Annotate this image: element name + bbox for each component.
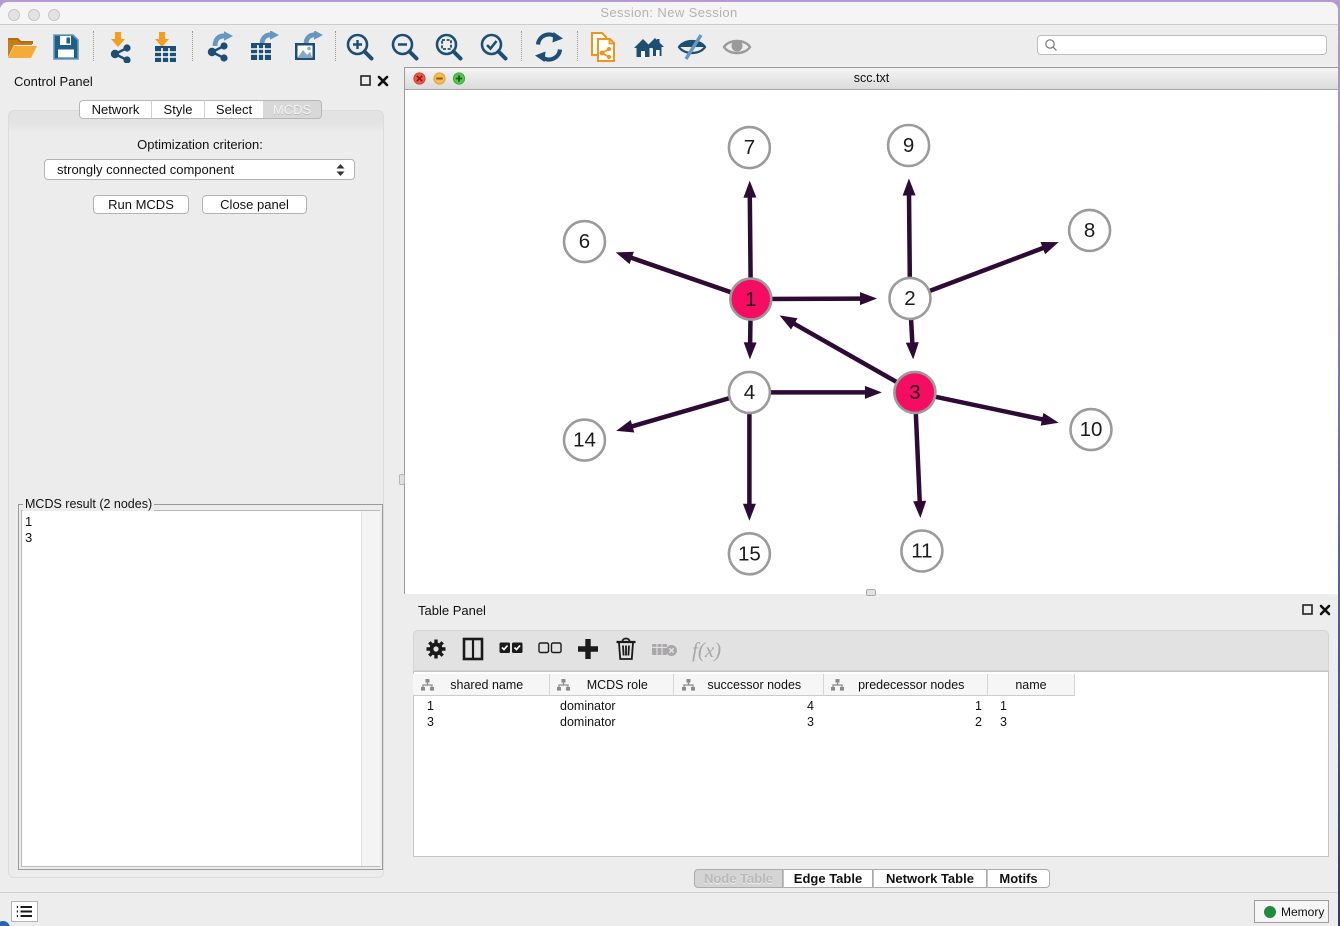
svg-text:3: 3 [909,381,920,404]
svg-text:6: 6 [579,230,590,253]
svg-text:11: 11 [911,540,932,563]
svg-text:1: 1 [745,288,756,311]
svg-text:8: 8 [1084,219,1095,242]
svg-text:10: 10 [1080,418,1103,441]
svg-text:9: 9 [903,134,914,157]
svg-text:15: 15 [738,542,761,565]
svg-text:14: 14 [573,429,596,452]
svg-text:7: 7 [744,136,755,159]
svg-text:2: 2 [904,287,915,310]
svg-text:4: 4 [744,381,755,404]
